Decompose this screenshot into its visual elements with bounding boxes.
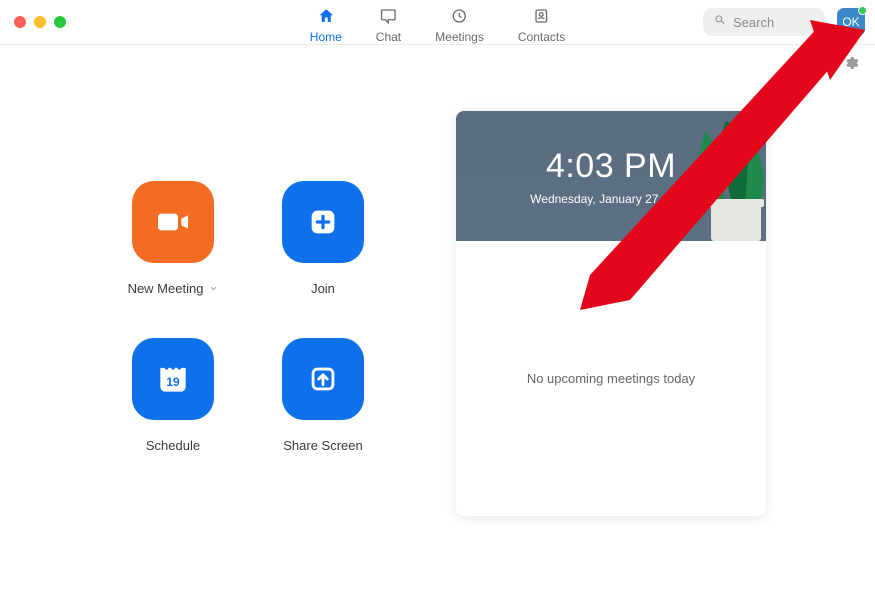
share-screen-button[interactable]: Share Screen: [248, 338, 398, 453]
search-icon: [713, 13, 727, 32]
chat-icon: [379, 7, 397, 28]
no-meetings-message: No upcoming meetings today: [527, 371, 695, 386]
plant-decoration: [656, 111, 766, 241]
main-nav: Home Chat Meetings Contacts: [310, 0, 565, 44]
presence-indicator: [858, 6, 867, 15]
titlebar: Home Chat Meetings Contacts: [0, 0, 875, 45]
panel-hero: 4:03 PM Wednesday, January 27, 2021: [456, 111, 766, 241]
schedule-button[interactable]: 19 Schedule: [98, 338, 248, 453]
fullscreen-window-button[interactable]: [54, 16, 66, 28]
home-icon: [317, 7, 335, 28]
profile-initials: OK: [842, 15, 859, 29]
action-label: Schedule: [146, 438, 200, 453]
profile-avatar[interactable]: OK: [837, 8, 865, 36]
new-meeting-button[interactable]: New Meeting: [98, 181, 248, 296]
chevron-down-icon[interactable]: [209, 281, 218, 296]
nav-tab-label: Home: [310, 30, 342, 44]
clock-icon: [451, 7, 469, 28]
close-window-button[interactable]: [14, 16, 26, 28]
plus-icon: [282, 181, 364, 263]
action-label: Join: [311, 281, 335, 296]
contacts-icon: [533, 7, 551, 28]
search-box[interactable]: [703, 8, 825, 36]
panel-body: No upcoming meetings today: [456, 241, 766, 516]
minimize-window-button[interactable]: [34, 16, 46, 28]
nav-tab-label: Chat: [376, 30, 401, 44]
search-input[interactable]: [733, 15, 815, 30]
nav-tab-home[interactable]: Home: [310, 3, 342, 44]
window-controls: [14, 16, 66, 28]
video-icon: [132, 181, 214, 263]
main-content: New Meeting Join 19 Schedule: [0, 81, 875, 516]
svg-text:19: 19: [166, 375, 180, 389]
action-label: New Meeting: [128, 281, 204, 296]
nav-tab-label: Contacts: [518, 30, 565, 44]
actions-grid: New Meeting Join 19 Schedule: [48, 181, 448, 453]
action-label-row: New Meeting: [128, 281, 219, 296]
nav-tab-label: Meetings: [435, 30, 484, 44]
topbar-right: OK: [703, 8, 865, 36]
join-button[interactable]: Join: [248, 181, 398, 296]
toolbar-row: [0, 45, 875, 81]
nav-tab-chat[interactable]: Chat: [376, 3, 401, 44]
action-label: Share Screen: [283, 438, 363, 453]
share-up-icon: [282, 338, 364, 420]
settings-button[interactable]: [843, 55, 859, 71]
nav-tab-meetings[interactable]: Meetings: [435, 3, 484, 44]
actions-column: New Meeting Join 19 Schedule: [48, 111, 448, 516]
nav-tab-contacts[interactable]: Contacts: [518, 3, 565, 44]
meetings-panel: 4:03 PM Wednesday, January 27, 2021 No u…: [456, 111, 766, 516]
calendar-icon: 19: [132, 338, 214, 420]
